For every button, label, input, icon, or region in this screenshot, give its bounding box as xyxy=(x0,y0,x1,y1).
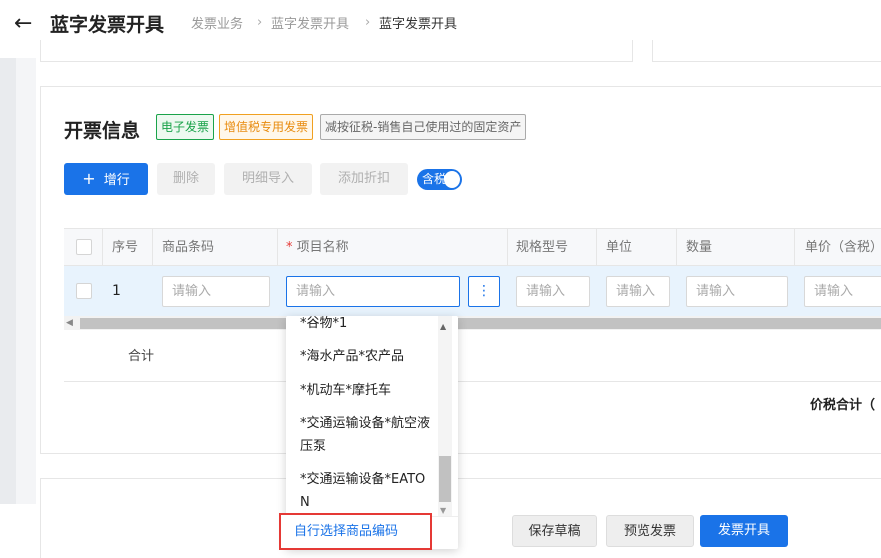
column-divider xyxy=(596,228,597,266)
header-seq: 序号 xyxy=(112,240,139,255)
column-divider xyxy=(794,228,795,266)
dropdown-item[interactable]: *海水产品*农产品 xyxy=(300,345,432,368)
save-draft-button[interactable]: 保存草稿 xyxy=(512,515,597,547)
breadcrumb-current: 蓝字发票开具 xyxy=(379,17,458,32)
required-mark: * xyxy=(286,240,293,255)
header-quantity: 数量 xyxy=(686,240,713,255)
header-item-name: * 项目名称 xyxy=(286,239,349,256)
dropdown-item[interactable]: *谷物*1 xyxy=(300,316,432,335)
row-seq: 1 xyxy=(112,283,121,299)
page-background xyxy=(16,58,36,504)
header-unit: 单位 xyxy=(606,240,633,255)
delete-button[interactable]: 删除 xyxy=(157,163,215,195)
scroll-left-icon[interactable]: ◀ xyxy=(66,316,73,330)
select-all-checkbox[interactable] xyxy=(76,239,92,255)
detail-import-button[interactable]: 明细导入 xyxy=(224,163,312,195)
plus-icon: + xyxy=(82,169,96,188)
dropdown-scrollbar-thumb[interactable] xyxy=(439,456,451,502)
toggle-knob xyxy=(444,171,460,188)
column-divider xyxy=(676,228,677,266)
custom-select-code-link[interactable]: 自行选择商品编码 xyxy=(279,513,432,550)
tag-reduced-tax: 减按征税-销售自己使用过的固定资产 xyxy=(320,114,527,140)
tag-vat-special-invoice: 增值税专用发票 xyxy=(219,114,314,140)
header-unit-price: 单价（含税） xyxy=(805,240,881,255)
section-title: 开票信息 xyxy=(64,120,141,142)
issue-invoice-button[interactable]: 发票开具 xyxy=(700,515,788,547)
tax-included-label: 含税 xyxy=(422,172,447,186)
previous-section-card xyxy=(40,40,633,62)
dropdown-item[interactable]: *交通运输设备*航空液压泵 xyxy=(300,412,432,458)
more-options-icon[interactable]: ⋮ xyxy=(468,276,500,307)
breadcrumb-chevron-icon: › xyxy=(257,15,263,30)
breadcrumb-chevron-icon: › xyxy=(365,15,371,30)
scroll-up-icon[interactable]: ▲ xyxy=(440,322,446,331)
column-divider xyxy=(277,228,278,266)
quantity-input[interactable]: 请输入 xyxy=(686,276,788,307)
dropdown-item[interactable]: *交通运输设备*EATON xyxy=(300,468,432,514)
preview-invoice-button[interactable]: 预览发票 xyxy=(606,515,694,547)
unit-price-input[interactable]: 请输入 xyxy=(804,276,881,307)
header-barcode: 商品条码 xyxy=(162,240,215,255)
header-spec: 规格型号 xyxy=(516,240,569,255)
column-divider xyxy=(102,228,103,266)
horizontal-scrollbar-thumb[interactable] xyxy=(80,318,881,329)
back-arrow-icon[interactable]: ← xyxy=(14,12,32,36)
total-label: 合计 xyxy=(128,349,155,364)
add-row-label: 增行 xyxy=(103,173,130,188)
sidebar-rail xyxy=(0,58,16,504)
divider xyxy=(64,381,881,382)
tag-electronic-invoice: 电子发票 xyxy=(156,114,215,140)
breadcrumb-item-blue-invoice[interactable]: 蓝字发票开具 xyxy=(271,16,349,34)
unit-input[interactable]: 请输入 xyxy=(606,276,670,307)
previous-section-card-right xyxy=(652,40,881,62)
row-checkbox[interactable] xyxy=(76,283,92,299)
item-name-input[interactable]: 请输入 xyxy=(286,276,460,307)
tax-total-label: 价税合计（ xyxy=(810,398,876,413)
add-row-button[interactable]: + 增行 xyxy=(64,163,148,195)
scroll-down-icon[interactable]: ▼ xyxy=(440,506,446,515)
column-divider xyxy=(507,228,508,266)
page-title: 蓝字发票开具 xyxy=(50,14,165,36)
spec-input[interactable]: 请输入 xyxy=(516,276,590,307)
breadcrumb-item-invoice-business[interactable]: 发票业务 xyxy=(191,16,243,34)
dropdown-item[interactable]: *机动车*摩托车 xyxy=(300,379,432,402)
header-item-name-label: 项目名称 xyxy=(296,240,349,255)
add-discount-button[interactable]: 添加折扣 xyxy=(320,163,408,195)
barcode-input[interactable]: 请输入 xyxy=(162,276,270,307)
column-divider xyxy=(152,228,153,266)
